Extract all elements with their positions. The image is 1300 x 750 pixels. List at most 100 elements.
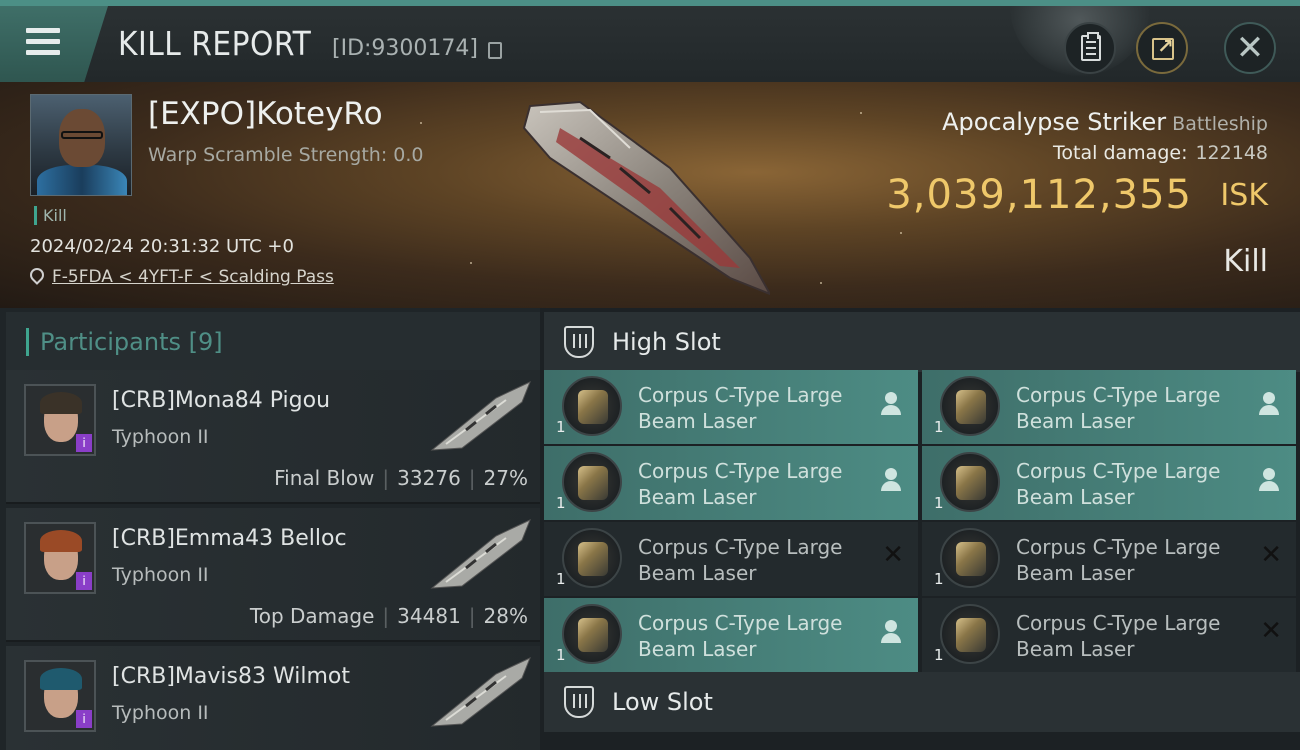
- total-damage-value: 122148: [1195, 142, 1268, 164]
- victim-name[interactable]: [EXPO]KoteyRo: [148, 96, 383, 132]
- corp-badge-icon: i: [76, 434, 92, 452]
- laser-module-icon: [940, 452, 1000, 512]
- isk-unit: ISK: [1220, 178, 1268, 213]
- destroyed-x-icon: ✕: [1260, 540, 1282, 570]
- kill-timestamp: 2024/02/24 20:31:32 UTC +0: [30, 236, 294, 257]
- ship-name: Apocalypse Striker: [942, 108, 1167, 136]
- low-slot-icon: [564, 686, 594, 718]
- copy-icon[interactable]: [488, 42, 502, 59]
- isk-value: 3,039,112,355: [886, 172, 1192, 218]
- warp-scramble-strength: Warp Scramble Strength: 0.0: [148, 144, 424, 166]
- participants-panel: Participants [9] i [CRB]Mona84 Pigou Typ…: [0, 308, 540, 750]
- ship-class: Battleship: [1172, 113, 1268, 135]
- module-quantity: 1: [556, 418, 566, 436]
- location-link[interactable]: F-5FDA < 4YFT-F < Scalding Pass: [52, 267, 334, 287]
- module-name-line1: Corpus C-Type Large: [638, 459, 843, 483]
- participants-header: Participants [9]: [6, 312, 540, 370]
- module-name: Corpus C-Type Large Beam Laser: [1016, 610, 1246, 662]
- module-name-line1: Corpus C-Type Large: [638, 383, 843, 407]
- module-name-line2: Beam Laser: [1016, 409, 1135, 433]
- participant-name[interactable]: [CRB]Mavis83 Wilmot: [112, 664, 350, 689]
- high-slot-header: High Slot: [544, 312, 1300, 372]
- participant-ship-image: [430, 381, 531, 451]
- module-name: Corpus C-Type Large Beam Laser: [1016, 382, 1246, 434]
- module-tile[interactable]: 1 Corpus C-Type Large Beam Laser ✕: [544, 522, 918, 596]
- module-tile[interactable]: 1 Corpus C-Type Large Beam Laser: [922, 446, 1296, 520]
- person-icon: [1258, 392, 1280, 418]
- close-button[interactable]: ✕: [1224, 22, 1276, 74]
- module-name-line2: Beam Laser: [1016, 561, 1135, 585]
- module-name-line1: Corpus C-Type Large: [1016, 535, 1221, 559]
- module-tile[interactable]: 1 Corpus C-Type Large Beam Laser ✕: [922, 522, 1296, 596]
- participant-ship: Typhoon II: [112, 702, 209, 724]
- kill-tag: Kill: [34, 206, 67, 225]
- module-tile[interactable]: 1 Corpus C-Type Large Beam Laser: [544, 598, 918, 672]
- share-button[interactable]: [1136, 22, 1188, 74]
- avatar[interactable]: i: [24, 384, 96, 456]
- module-name-line2: Beam Laser: [1016, 485, 1135, 509]
- module-name: Corpus C-Type Large Beam Laser: [1016, 458, 1246, 510]
- total-damage: Total damage: 122148: [1053, 142, 1268, 164]
- module-name-line1: Corpus C-Type Large: [1016, 383, 1221, 407]
- location-pin-icon: [27, 265, 47, 285]
- low-slot-header: Low Slot: [544, 672, 1300, 732]
- module-name-line2: Beam Laser: [638, 561, 757, 585]
- module-name-line2: Beam Laser: [638, 637, 757, 661]
- participant-ship-image: [430, 519, 531, 589]
- module-quantity: 1: [556, 570, 566, 588]
- clipboard-button[interactable]: [1064, 22, 1116, 74]
- module-name: Corpus C-Type Large Beam Laser: [1016, 534, 1246, 586]
- module-tile[interactable]: 1 Corpus C-Type Large Beam Laser: [544, 446, 918, 520]
- share-icon: [1152, 34, 1174, 60]
- person-icon: [880, 468, 902, 494]
- module-name: Corpus C-Type Large Beam Laser: [638, 610, 868, 662]
- low-slot-label: Low Slot: [612, 688, 713, 716]
- participant-card[interactable]: i [CRB]Mona84 Pigou Typhoon II Final Blo…: [6, 370, 540, 504]
- laser-module-icon: [562, 376, 622, 436]
- corp-badge-icon: i: [76, 710, 92, 728]
- avatar[interactable]: i: [24, 522, 96, 594]
- participant-ship: Typhoon II: [112, 426, 209, 448]
- victim-banner: [EXPO]KoteyRo Warp Scramble Strength: 0.…: [0, 82, 1300, 308]
- destroyed-x-icon: ✕: [1260, 616, 1282, 646]
- destroyed-x-icon: ✕: [882, 540, 904, 570]
- clipboard-icon: [1081, 32, 1101, 61]
- high-slot-label: High Slot: [612, 328, 721, 356]
- module-name: Corpus C-Type Large Beam Laser: [638, 534, 868, 586]
- module-name-line1: Corpus C-Type Large: [638, 611, 843, 635]
- module-name-line1: Corpus C-Type Large: [1016, 459, 1221, 483]
- laser-module-icon: [562, 528, 622, 588]
- module-quantity: 1: [934, 494, 944, 512]
- module-name: Corpus C-Type Large Beam Laser: [638, 382, 868, 434]
- laser-module-icon: [940, 604, 1000, 664]
- module-name-line2: Beam Laser: [638, 409, 757, 433]
- module-name-line1: Corpus C-Type Large: [638, 535, 843, 559]
- laser-module-icon: [940, 376, 1000, 436]
- participant-name[interactable]: [CRB]Emma43 Belloc: [112, 526, 347, 551]
- laser-module-icon: [940, 528, 1000, 588]
- module-tile[interactable]: 1 Corpus C-Type Large Beam Laser ✕: [922, 598, 1296, 672]
- participant-stats: Top Damage | 34481 | 28%: [249, 604, 528, 628]
- menu-button[interactable]: [0, 6, 108, 82]
- module-quantity: 1: [556, 494, 566, 512]
- participant-card[interactable]: i [CRB]Emma43 Belloc Typhoon II Top Dama…: [6, 508, 540, 642]
- module-tile[interactable]: 1 Corpus C-Type Large Beam Laser: [544, 370, 918, 444]
- participant-damage: 34481: [397, 604, 461, 628]
- victim-portrait[interactable]: [30, 94, 132, 196]
- participant-name[interactable]: [CRB]Mona84 Pigou: [112, 388, 330, 413]
- module-name: Corpus C-Type Large Beam Laser: [638, 458, 868, 510]
- person-icon: [1258, 468, 1280, 494]
- module-quantity: 1: [934, 418, 944, 436]
- high-slot-icon: [564, 326, 594, 358]
- module-tile[interactable]: 1 Corpus C-Type Large Beam Laser: [922, 370, 1296, 444]
- total-damage-label: Total damage:: [1053, 142, 1188, 164]
- result-label: Kill: [1223, 244, 1268, 279]
- participant-ship-image: [430, 657, 531, 727]
- participant-card[interactable]: i [CRB]Mavis83 Wilmot Typhoon II: [6, 646, 540, 750]
- close-icon: ✕: [1235, 28, 1265, 68]
- module-name-line2: Beam Laser: [1016, 637, 1135, 661]
- participant-role: Top Damage: [249, 604, 375, 628]
- participant-damage: 33276: [397, 466, 461, 490]
- avatar[interactable]: i: [24, 660, 96, 732]
- participant-ship: Typhoon II: [112, 564, 209, 586]
